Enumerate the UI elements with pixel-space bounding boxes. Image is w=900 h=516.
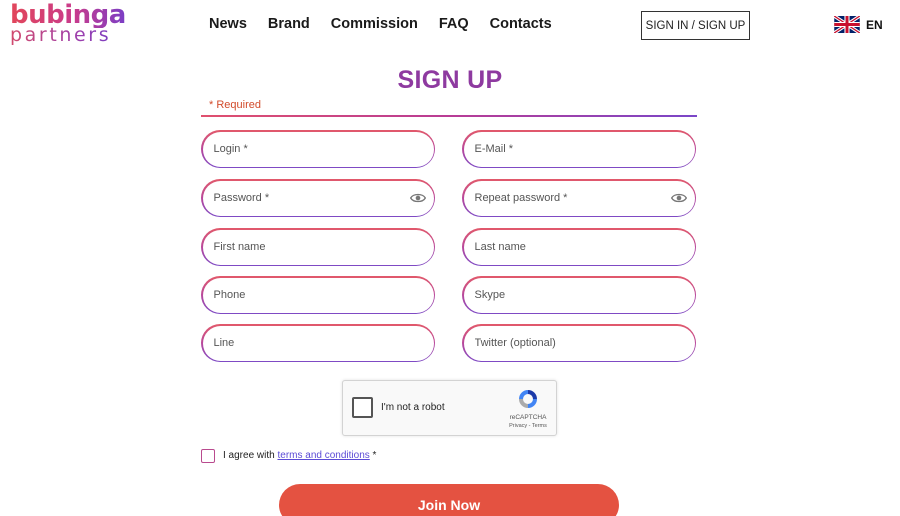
last-name-field-wrapper [462, 228, 696, 266]
password-input[interactable] [202, 180, 434, 216]
email-field-wrapper [462, 130, 696, 168]
first-name-field-wrapper [201, 228, 435, 266]
recaptcha-logo-icon [519, 390, 537, 408]
agree-suffix: * [369, 450, 377, 461]
login-input[interactable] [202, 131, 434, 167]
line-input[interactable] [202, 325, 434, 361]
agree-prefix: I agree with [223, 450, 278, 461]
join-now-button[interactable]: Join Now [279, 484, 619, 516]
nav-news[interactable]: News [209, 16, 247, 32]
agree-text: I agree with terms and conditions * [223, 450, 376, 461]
language-selector[interactable]: EN [834, 16, 883, 33]
agree-checkbox[interactable] [201, 449, 215, 463]
nav-brand[interactable]: Brand [268, 16, 310, 32]
required-note: * Required [209, 99, 261, 111]
repeat-password-input[interactable] [463, 180, 695, 216]
password-field-wrapper [201, 179, 435, 217]
skype-field-wrapper [462, 276, 696, 314]
page-title: SIGN UP [397, 66, 503, 94]
last-name-input[interactable] [463, 229, 695, 265]
nav-contacts[interactable]: Contacts [490, 16, 552, 32]
phone-input[interactable] [202, 277, 434, 313]
first-name-input[interactable] [202, 229, 434, 265]
nav-faq[interactable]: FAQ [439, 16, 469, 32]
show-password-eye-icon[interactable] [409, 191, 426, 205]
email-input[interactable] [463, 131, 695, 167]
recaptcha-widget: I'm not a robot reCAPTCHA Privacy - Term… [342, 380, 557, 436]
recaptcha-label: I'm not a robot [381, 402, 445, 413]
login-field-wrapper [201, 130, 435, 168]
main-nav: News Brand Commission FAQ Contacts [209, 16, 552, 32]
skype-input[interactable] [463, 277, 695, 313]
line-field-wrapper [201, 324, 435, 362]
repeat-password-field-wrapper [462, 179, 696, 217]
recaptcha-checkbox[interactable] [352, 397, 373, 418]
terms-link[interactable]: terms and conditions [277, 450, 369, 461]
twitter-input[interactable] [463, 325, 695, 361]
twitter-field-wrapper [462, 324, 696, 362]
logo-line-2: partners [10, 26, 126, 45]
nav-commission[interactable]: Commission [331, 16, 418, 32]
recaptcha-brand: reCAPTCHA [509, 414, 547, 421]
show-repeat-password-eye-icon[interactable] [670, 191, 687, 205]
title-divider [201, 115, 697, 117]
phone-field-wrapper [201, 276, 435, 314]
uk-flag-icon [834, 16, 860, 33]
logo[interactable]: bubinga partners [10, 2, 126, 45]
language-code: EN [866, 17, 883, 32]
signin-signup-button[interactable]: SIGN IN / SIGN UP [641, 11, 750, 40]
recaptcha-links[interactable]: Privacy - Terms [493, 423, 563, 429]
